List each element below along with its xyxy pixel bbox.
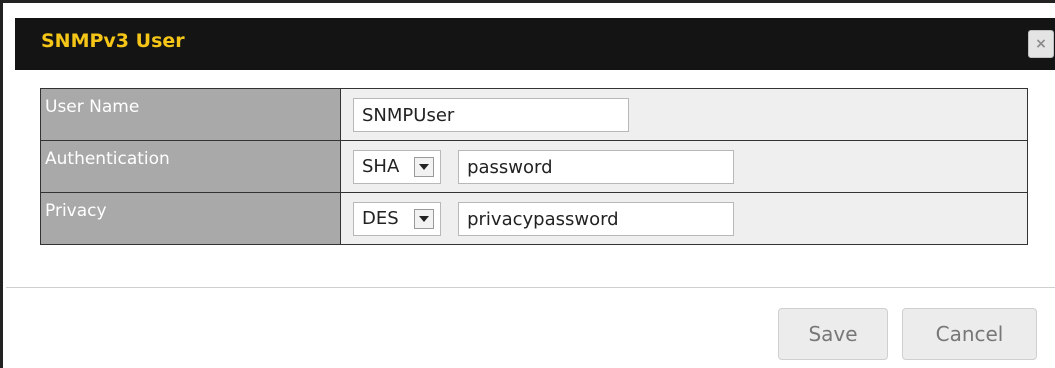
form-row-authentication: Authentication SHA password [40, 140, 1028, 193]
cancel-button[interactable]: Cancel [902, 308, 1037, 360]
close-button[interactable]: × [1028, 30, 1054, 58]
user-name-label: User Name [40, 88, 341, 141]
dialog-title: SNMPv3 User [41, 30, 185, 52]
privacy-method-select[interactable]: DES [353, 201, 441, 236]
dialog-title-bar: SNMPv3 User × [15, 18, 1055, 70]
privacy-label: Privacy [40, 192, 341, 245]
privacy-method-value: DES [362, 208, 399, 229]
save-button[interactable]: Save [778, 308, 888, 360]
chevron-down-icon [414, 156, 434, 177]
user-name-input[interactable]: SNMPUser [353, 97, 629, 132]
privacy-password-input[interactable]: privacypassword [458, 201, 735, 236]
form-row-privacy: Privacy DES privacypassword [40, 192, 1028, 245]
privacy-cell: DES privacypassword [340, 192, 1028, 245]
authentication-method-select[interactable]: SHA [353, 149, 441, 184]
user-name-cell: SNMPUser [340, 88, 1028, 141]
authentication-method-value: SHA [362, 156, 400, 177]
authentication-password-input[interactable]: password [458, 149, 735, 184]
footer-divider [6, 287, 1055, 288]
close-icon: × [1035, 36, 1047, 52]
snmp-user-form: User Name SNMPUser Authentication SHA pa… [40, 88, 1028, 245]
authentication-cell: SHA password [340, 140, 1028, 193]
form-row-user-name: User Name SNMPUser [40, 88, 1028, 141]
chevron-down-icon [414, 208, 434, 229]
snmpv3-user-dialog: SNMPv3 User × User Name SNMPUser Authent… [0, 0, 1055, 368]
authentication-label: Authentication [40, 140, 341, 193]
